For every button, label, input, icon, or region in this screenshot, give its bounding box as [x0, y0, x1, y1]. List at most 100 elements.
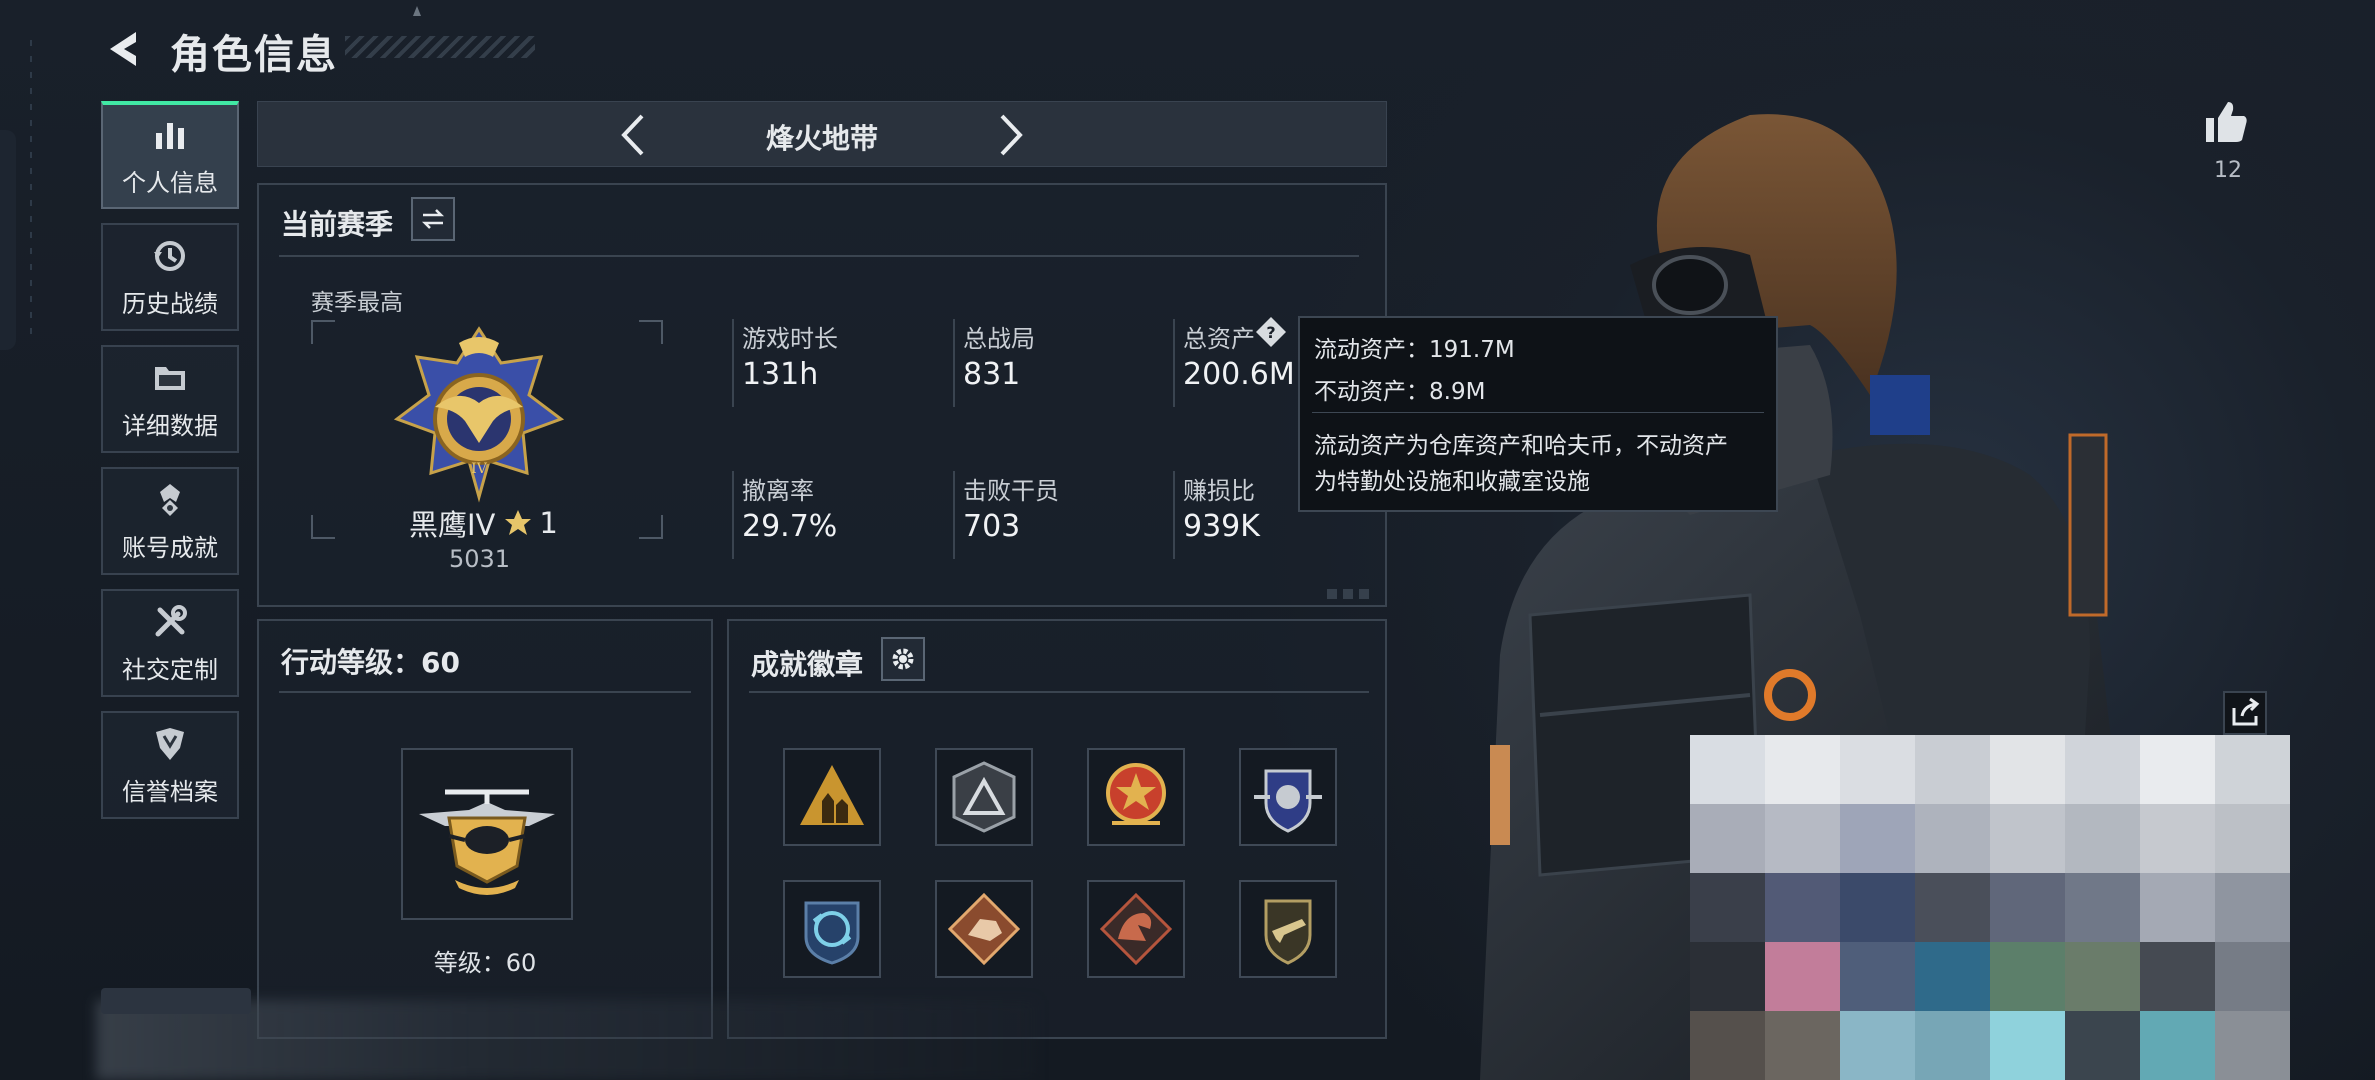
- badge-star-medal-icon: [1106, 763, 1166, 825]
- edge-handle: [0, 130, 16, 350]
- badge-hound-icon: [947, 892, 1021, 966]
- thumbs-up-icon[interactable]: [2200, 96, 2252, 148]
- sidebar-item-personal-info[interactable]: 个人信息: [101, 101, 239, 209]
- tooltip-liquid-assets: 流动资产：191.7M: [1314, 337, 1515, 363]
- stat-value: 131h: [742, 357, 819, 392]
- sidebar-item-label: 历史战绩: [122, 289, 218, 318]
- divider: [279, 691, 691, 693]
- folder-icon: [155, 366, 185, 390]
- stat-divider: [953, 471, 955, 559]
- stat-divider: [1173, 319, 1175, 407]
- achievement-badge-slot[interactable]: [1239, 880, 1337, 978]
- sidebar-item-detail-data[interactable]: 详细数据: [101, 345, 239, 453]
- level-emblem-helicopter-icon: [419, 789, 555, 895]
- sidebar-item-history[interactable]: 历史战绩: [101, 223, 239, 331]
- achievement-badge-slot[interactable]: [783, 748, 881, 846]
- swap-season-button[interactable]: [411, 197, 455, 241]
- achievement-badge-slot[interactable]: [1239, 748, 1337, 846]
- deco-mark-icon: [413, 6, 421, 16]
- stat-label: 击败干员: [963, 477, 1059, 505]
- achievement-badges-panel: 成就徽章: [727, 619, 1387, 1039]
- action-level-panel: 行动等级：60 等级：60: [257, 619, 713, 1039]
- sidebar-item-label: 个人信息: [122, 168, 218, 197]
- decor-line: [30, 40, 32, 340]
- badge-rifle-icon: [1264, 899, 1312, 965]
- season-panel: 当前赛季 赛季最高 IV 黑鹰IV 1 5031 游戏时长 131h 总战局 8…: [257, 183, 1387, 607]
- svg-text:?: ?: [1266, 323, 1275, 342]
- tooltip-description-line2: 为特勤处设施和收藏室设施: [1314, 469, 1590, 495]
- sidebar-item-credit-file[interactable]: 信誉档案: [101, 711, 239, 819]
- sidebar-item-label: 详细数据: [122, 411, 218, 440]
- tooltip-divider: [1312, 412, 1764, 413]
- rank-star-icon: [505, 510, 532, 535]
- sidebar-item-label: 账号成就: [122, 533, 218, 562]
- achievement-badge-slot[interactable]: [1087, 880, 1185, 978]
- rank-name-text: 黑鹰IV: [409, 508, 496, 542]
- sidebar-item-social-custom[interactable]: 社交定制: [101, 589, 239, 697]
- pixelated-area: [1690, 735, 2290, 1080]
- badge-shield-wings-icon: [1254, 769, 1322, 833]
- stat-label: 游戏时长: [742, 325, 838, 353]
- bar-chart-icon: [156, 122, 184, 149]
- title-decoration: [345, 36, 535, 58]
- rank-emblem-black-hawk-icon: IV: [393, 326, 565, 503]
- mode-selector: 烽火地带: [257, 101, 1387, 167]
- achievement-badge-slot[interactable]: [935, 880, 1033, 978]
- credit-shield-icon: [156, 727, 184, 760]
- stat-value: 703: [963, 509, 1021, 544]
- panel-decoration: [1327, 589, 1375, 599]
- share-icon[interactable]: [2222, 690, 2268, 736]
- level-emblem-frame: [401, 748, 573, 920]
- stat-divider: [1173, 471, 1175, 559]
- stat-label: 撤离率: [742, 477, 814, 505]
- blurred-chip: [101, 988, 251, 1014]
- rank-star-count: 1: [539, 506, 558, 540]
- sidebar-item-label: 信誉档案: [122, 777, 218, 806]
- frame-corner: [639, 515, 663, 539]
- stat-divider: [953, 319, 955, 407]
- tooltip-fixed-assets: 不动资产：8.9M: [1314, 379, 1486, 405]
- help-question-icon[interactable]: ?: [1254, 315, 1288, 349]
- page-title: 角色信息: [170, 32, 338, 78]
- season-best-label: 赛季最高: [311, 290, 403, 316]
- achievement-badge-slot[interactable]: [935, 748, 1033, 846]
- svg-text:IV: IV: [471, 461, 488, 477]
- divider: [749, 691, 1369, 693]
- frame-corner: [639, 320, 663, 344]
- tooltip-description-line1: 流动资产为仓库资产和哈夫币，不动资产: [1314, 433, 1728, 459]
- stat-label: 总资产: [1183, 325, 1255, 353]
- tools-icon: [155, 604, 187, 636]
- swap-arrows-icon: [421, 209, 445, 229]
- badge-soldiers-icon: [800, 765, 864, 825]
- sidebar: 个人信息 历史战绩 详细数据 账号成就 社交定制 信誉档案: [101, 101, 239, 833]
- assets-tooltip: 流动资产：191.7M 不动资产：8.9M 流动资产为仓库资产和哈夫币，不动资产…: [1298, 316, 1778, 512]
- level-caption: 等级：60: [433, 949, 537, 977]
- divider: [279, 255, 1359, 257]
- stat-value: 939K: [1183, 509, 1260, 544]
- season-header: 当前赛季: [281, 208, 394, 241]
- back-arrow-icon[interactable]: [100, 26, 146, 72]
- badge-globe-arrows-icon: [804, 901, 860, 965]
- stat-value: 29.7%: [742, 509, 838, 544]
- badges-header: 成就徽章: [751, 648, 864, 681]
- badge-settings-button[interactable]: [881, 637, 925, 681]
- chevron-right-icon[interactable]: [984, 110, 1034, 160]
- like-count: 12: [2214, 158, 2242, 183]
- stat-value: 200.6M: [1183, 357, 1295, 392]
- stat-divider: [732, 319, 734, 407]
- achievement-badge-slot[interactable]: [783, 880, 881, 978]
- badge-triangle-icon: [952, 761, 1016, 833]
- level-header: 行动等级：60: [281, 646, 460, 679]
- frame-corner: [311, 320, 335, 344]
- stat-label: 赚损比: [1183, 477, 1255, 505]
- sidebar-item-achievements[interactable]: 账号成就: [101, 467, 239, 575]
- frame-corner: [311, 515, 335, 539]
- mode-title: 烽火地带: [765, 122, 878, 155]
- achievement-icon: [160, 483, 180, 516]
- achievement-badge-slot[interactable]: [1087, 748, 1185, 846]
- rank-name: 黑鹰IV 1: [409, 502, 558, 544]
- stat-value: 831: [963, 357, 1021, 392]
- stat-divider: [732, 471, 734, 559]
- history-icon: [154, 240, 185, 271]
- stat-label: 总战局: [963, 325, 1035, 353]
